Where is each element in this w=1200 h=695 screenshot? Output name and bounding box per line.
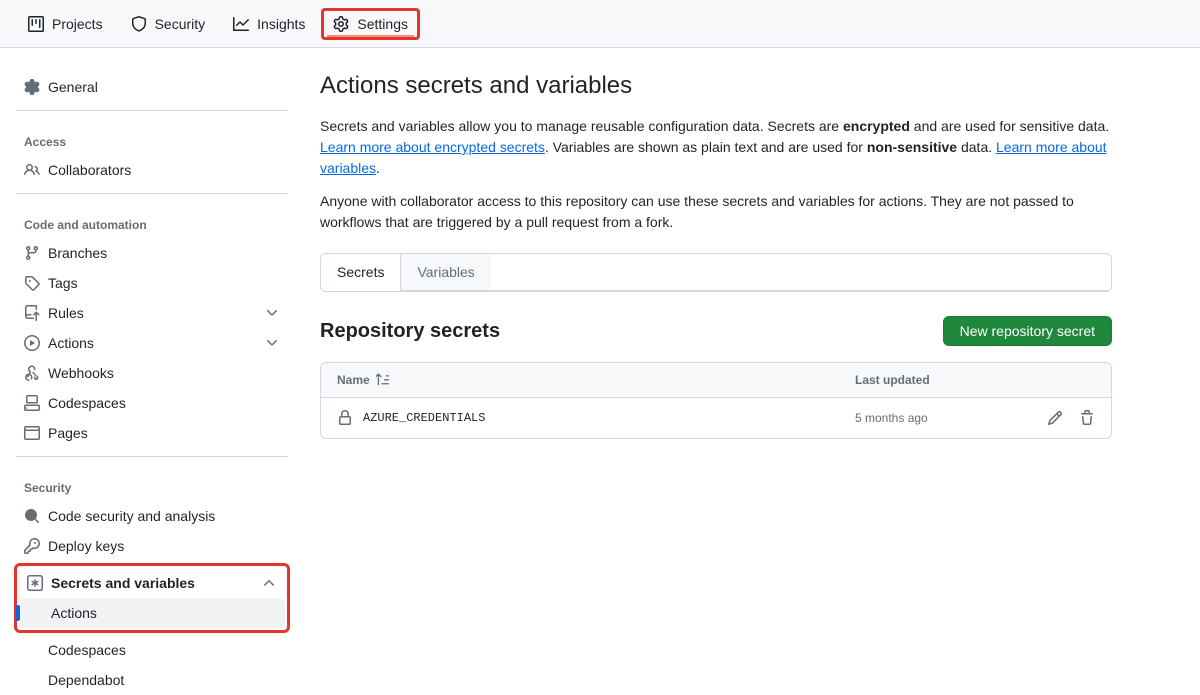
tab-secrets[interactable]: Secrets: [321, 254, 401, 291]
sidebar-secrets-vars[interactable]: Secrets and variables: [19, 568, 285, 598]
nav-insights[interactable]: Insights: [221, 8, 317, 40]
sidebar-secrets-vars-label: Secrets and variables: [51, 575, 195, 591]
repo-push-icon: [24, 305, 40, 321]
sidebar-general[interactable]: General: [16, 72, 288, 102]
sidebar-actions[interactable]: Actions: [16, 328, 288, 358]
tabs: Secrets Variables: [320, 253, 1112, 292]
nav-projects-label: Projects: [52, 16, 103, 32]
codescan-icon: [24, 508, 40, 524]
nav-security[interactable]: Security: [119, 8, 218, 40]
git-branch-icon: [24, 245, 40, 261]
sidebar-sub-codespaces-label: Codespaces: [48, 642, 126, 658]
sidebar-sub-codespaces[interactable]: Codespaces: [16, 635, 288, 665]
repo-secrets-title: Repository secrets: [320, 320, 500, 343]
divider: [16, 456, 288, 457]
sidebar-codespaces-label: Codespaces: [48, 395, 126, 411]
key-asterisk-icon: [27, 575, 43, 591]
sidebar-pages-label: Pages: [48, 425, 88, 441]
sidebar-tags[interactable]: Tags: [16, 268, 288, 298]
description-1: Secrets and variables allow you to manag…: [320, 116, 1112, 179]
chevron-up-icon: [261, 575, 277, 591]
nav-projects[interactable]: Projects: [16, 8, 115, 40]
divider: [16, 193, 288, 194]
gear-icon: [333, 16, 349, 32]
secret-actions: [1015, 410, 1095, 426]
pencil-icon[interactable]: [1047, 410, 1063, 426]
sidebar-deploy-keys-label: Deploy keys: [48, 538, 124, 554]
highlight-box: Secrets and variables Actions: [14, 563, 290, 633]
section-access: Access: [16, 119, 288, 155]
sidebar-codespaces[interactable]: Codespaces: [16, 388, 288, 418]
sidebar-branches-label: Branches: [48, 245, 107, 261]
secrets-table: Name Last updated AZURE_CREDENTIALS 5 mo…: [320, 362, 1112, 439]
sidebar-collaborators[interactable]: Collaborators: [16, 155, 288, 185]
top-navigation: Projects Security Insights Settings: [0, 0, 1200, 48]
sidebar-sub-actions-label: Actions: [51, 605, 97, 621]
sidebar-collaborators-label: Collaborators: [48, 162, 131, 178]
nav-settings[interactable]: Settings: [321, 8, 420, 40]
sidebar-general-label: General: [48, 79, 98, 95]
sort-icon: [376, 373, 390, 387]
new-repository-secret-button[interactable]: New repository secret: [943, 316, 1112, 346]
nav-insights-label: Insights: [257, 16, 305, 32]
sidebar-sub-actions[interactable]: Actions: [19, 598, 285, 628]
chevron-down-icon: [264, 335, 280, 351]
tag-icon: [24, 275, 40, 291]
nav-settings-label: Settings: [357, 16, 408, 32]
sidebar-webhooks[interactable]: Webhooks: [16, 358, 288, 388]
chevron-down-icon: [264, 305, 280, 321]
trash-icon[interactable]: [1079, 410, 1095, 426]
secret-updated: 5 months ago: [855, 411, 1015, 425]
sidebar-deploy-keys[interactable]: Deploy keys: [16, 531, 288, 561]
sidebar-tags-label: Tags: [48, 275, 78, 291]
key-icon: [24, 538, 40, 554]
nav-security-label: Security: [155, 16, 206, 32]
webhook-icon: [24, 365, 40, 381]
projects-icon: [28, 16, 44, 32]
codespaces-icon: [24, 395, 40, 411]
sidebar-code-security-label: Code security and analysis: [48, 508, 215, 524]
people-icon: [24, 162, 40, 178]
th-name[interactable]: Name: [337, 373, 855, 387]
gear-icon: [24, 79, 40, 95]
sidebar-rules-label: Rules: [48, 305, 84, 321]
link-encrypted-secrets[interactable]: Learn more about encrypted secrets: [320, 139, 545, 155]
play-circle-icon: [24, 335, 40, 351]
settings-sidebar: General Access Collaborators Code and au…: [0, 72, 296, 695]
th-updated: Last updated: [855, 373, 1015, 387]
table-header: Name Last updated: [321, 363, 1111, 398]
sidebar-branches[interactable]: Branches: [16, 238, 288, 268]
sidebar-code-security[interactable]: Code security and analysis: [16, 501, 288, 531]
section-security: Security: [16, 465, 288, 501]
sidebar-sub-dependabot[interactable]: Dependabot: [16, 665, 288, 695]
divider: [16, 110, 288, 111]
shield-icon: [131, 16, 147, 32]
repo-secrets-header: Repository secrets New repository secret: [320, 316, 1112, 346]
secret-name: AZURE_CREDENTIALS: [363, 411, 485, 425]
sidebar-actions-label: Actions: [48, 335, 94, 351]
page-title: Actions secrets and variables: [320, 72, 1112, 100]
sidebar-rules[interactable]: Rules: [16, 298, 288, 328]
table-row: AZURE_CREDENTIALS 5 months ago: [321, 398, 1111, 438]
section-code: Code and automation: [16, 202, 288, 238]
secret-name-cell: AZURE_CREDENTIALS: [337, 410, 855, 426]
lock-icon: [337, 410, 353, 426]
description-2: Anyone with collaborator access to this …: [320, 191, 1112, 233]
graph-icon: [233, 16, 249, 32]
sidebar-sub-dependabot-label: Dependabot: [48, 672, 124, 688]
browser-icon: [24, 425, 40, 441]
sidebar-pages[interactable]: Pages: [16, 418, 288, 448]
sidebar-webhooks-label: Webhooks: [48, 365, 114, 381]
tab-variables[interactable]: Variables: [401, 254, 490, 291]
main-content: Actions secrets and variables Secrets an…: [296, 72, 1136, 695]
